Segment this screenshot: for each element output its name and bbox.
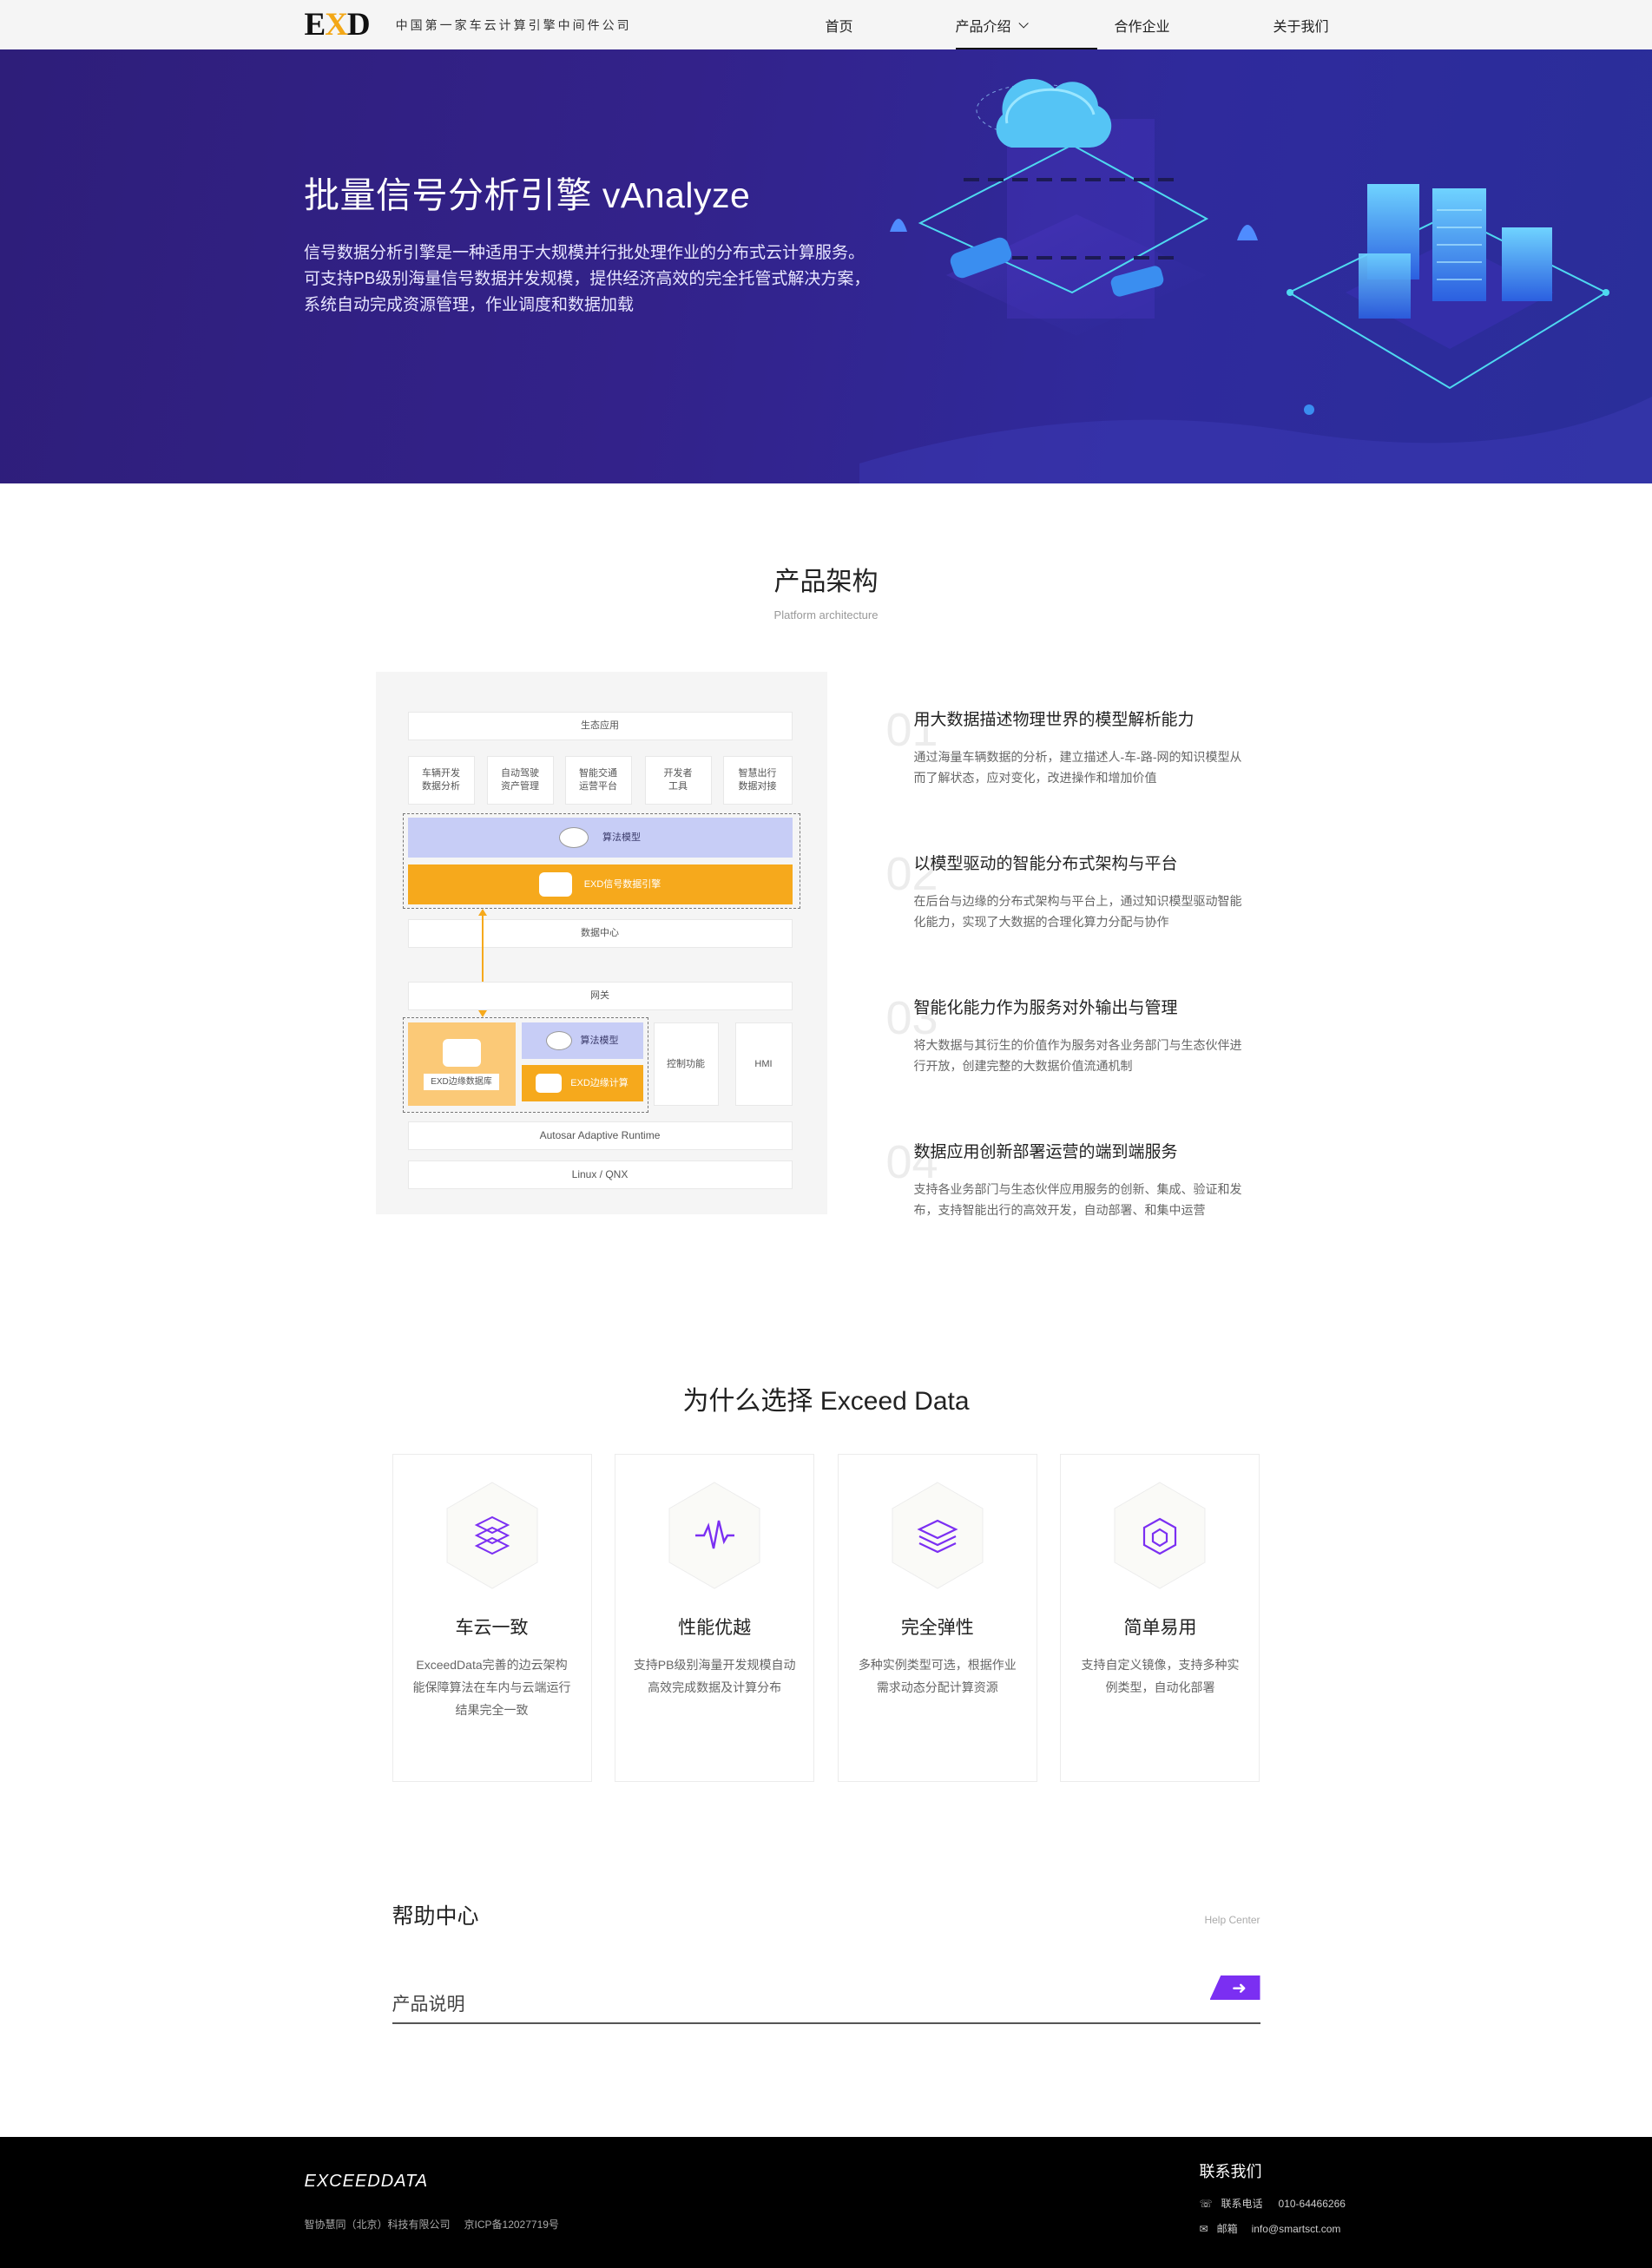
- feature-item: 03 智能化能力作为服务对外输出与管理 将大数据与其衍生的价值作为服务对各业务部…: [886, 995, 1253, 1127]
- architecture-heading: 产品架构 Platform architecture: [0, 560, 1652, 621]
- top-header: EXD 中国第一家车云计算引擎中间件公司 首页 产品介绍 合作企业 关于我们: [0, 0, 1652, 49]
- cube-icon: [538, 872, 572, 897]
- card-title: 完全弹性: [900, 1618, 974, 1638]
- contact-email: ✉ 邮箱 info@smartsct.com: [1199, 2222, 1341, 2236]
- diagram-algo-model: 算法模型: [407, 818, 793, 858]
- feature-title: 以模型驱动的智能分布式架构与平台: [913, 855, 1178, 873]
- feature-title: 智能化能力作为服务对外输出与管理: [913, 999, 1178, 1017]
- phone-icon: ☏: [1199, 2197, 1213, 2210]
- database-icon: [545, 1031, 572, 1050]
- feature-list: 01 用大数据描述物理世界的模型解析能力 通过海量车辆数据的分析，建立描述人-车…: [827, 672, 1253, 1271]
- why-section: 为什么选择 Exceed Data 车云一致 ExceedData完善的边云架构…: [0, 1271, 1652, 1782]
- nav-about[interactable]: 关于我们: [1274, 0, 1329, 49]
- hero-text: 批量信号分析引擎 vAnalyze 信号数据分析引擎是一种适用于大规模并行批处理…: [304, 166, 877, 319]
- chevron-down-icon: [1017, 17, 1029, 29]
- nav-partners[interactable]: 合作企业: [1115, 0, 1274, 49]
- hero-description: 信号数据分析引擎是一种适用于大规模并行批处理作业的分布式云计算服务。可支持PB级…: [304, 244, 871, 314]
- diagram-app: 智慧出行数据对接: [722, 756, 793, 805]
- help-title: 帮助中心: [392, 1904, 479, 1929]
- feature-desc: 将大数据与其衍生的价值作为服务对各业务部门与生态伙伴进行开放，创建完整的大数据价…: [913, 1038, 1242, 1073]
- mail-icon: ✉: [1199, 2222, 1208, 2235]
- advantage-cards: 车云一致 ExceedData完善的边云架构能保障算法在车内与云端运行结果完全一…: [392, 1454, 1260, 1782]
- pulse-icon: [668, 1482, 760, 1589]
- advantage-card: 性能优越 支持PB级别海量开发规模自动高效完成数据及计算分布: [615, 1454, 815, 1782]
- cube-icon: [1114, 1482, 1206, 1589]
- diagram-gateway: 网关: [407, 982, 793, 1010]
- diagram-data-center: 数据中心: [407, 919, 793, 948]
- feature-item: 04 数据应用创新部署运营的端到端服务 支持各业务部门与生态伙伴应用服务的创新、…: [886, 1139, 1253, 1271]
- feature-item: 02 以模型驱动的智能分布式架构与平台 在后台与边缘的分布式架构与平台上，通过知…: [886, 851, 1253, 983]
- footer: EXCEEDDATA 智协慧同（北京）科技有限公司 京ICP备12027719号 …: [0, 2137, 1652, 2268]
- advantage-card: 车云一致 ExceedData完善的边云架构能保障算法在车内与云端运行结果完全一…: [392, 1454, 592, 1782]
- diagram-eco-app: 生态应用: [407, 712, 793, 740]
- feature-desc: 支持各业务部门与生态伙伴应用服务的创新、集成、验证和发布，支持智能出行的高效开发…: [913, 1182, 1242, 1217]
- nav-home[interactable]: 首页: [826, 0, 956, 49]
- contact-title: 联系我们: [1199, 2163, 1262, 2180]
- feature-desc: 通过海量车辆数据的分析，建立描述人-车-路-网的知识模型从而了解状态，应对变化，…: [913, 750, 1242, 785]
- diagram-control: 控制功能: [653, 1022, 719, 1106]
- diagram-app: 开发者工具: [644, 756, 712, 805]
- feature-title: 数据应用创新部署运营的端到端服务: [913, 1143, 1178, 1161]
- main-nav: 首页 产品介绍 合作企业 关于我们: [826, 0, 1329, 49]
- card-title: 简单易用: [1123, 1618, 1197, 1638]
- contact-phone: ☏ 联系电话 010-64466266: [1199, 2197, 1346, 2211]
- arrow-right-icon[interactable]: ➜: [1209, 1975, 1260, 2000]
- help-center: 帮助中心 Help Center 产品说明 ➜: [392, 1899, 1260, 2024]
- advantage-card: 简单易用 支持自定义镜像，支持多种实例类型，自动化部署: [1060, 1454, 1260, 1782]
- architecture-title: 产品架构: [773, 568, 879, 596]
- diagram-app: 自动驾驶资产管理: [486, 756, 554, 805]
- diagram-edge-algo: 算法模型: [521, 1022, 643, 1059]
- diagram-engine: EXD信号数据引擎: [407, 864, 793, 904]
- architecture-subtitle: Platform architecture: [773, 608, 879, 621]
- cube-icon: [536, 1074, 563, 1093]
- feature-desc: 在后台与边缘的分布式架构与平台上，通过知识模型驱动智能化能力，实现了大数据的合理…: [913, 894, 1242, 929]
- diagram-edge-db: EXD边缘数据库: [407, 1022, 516, 1106]
- hero-banner: 批量信号分析引擎 vAnalyze 信号数据分析引擎是一种适用于大规模并行批处理…: [0, 49, 1652, 483]
- architecture-diagram: 生态应用 车辆开发数据分析 自动驾驶资产管理 智能交通运营平台 开发者工具 智慧…: [375, 672, 827, 1214]
- footer-icp[interactable]: 京ICP备12027719号: [464, 2219, 559, 2231]
- logo-mark: EXD: [304, 7, 371, 43]
- footer-company: 智协慧同（北京）科技有限公司 京ICP备12027719号: [304, 2219, 559, 2231]
- boxes-icon: [446, 1482, 537, 1589]
- card-desc: ExceedData完善的边云架构能保障算法在车内与云端运行结果完全一致: [412, 1658, 571, 1717]
- diagram-app: 智能交通运营平台: [564, 756, 632, 805]
- card-desc: 支持自定义镜像，支持多种实例类型，自动化部署: [1081, 1658, 1240, 1694]
- email-link[interactable]: info@smartsct.com: [1252, 2223, 1341, 2235]
- database-icon: [559, 827, 589, 848]
- advantage-card: 完全弹性 多种实例类型可选，根据作业需求动态分配计算资源: [837, 1454, 1037, 1782]
- cloud-computing-illustration: [859, 78, 1652, 483]
- logo-tagline: 中国第一家车云计算引擎中间件公司: [395, 18, 632, 33]
- footer-contact: 联系我们 ☏ 联系电话 010-64466266 ✉ 邮箱 info@smart…: [1200, 2160, 1356, 2236]
- card-desc: 多种实例类型可选，根据作业需求动态分配计算资源: [858, 1658, 1017, 1694]
- logo[interactable]: EXD 中国第一家车云计算引擎中间件公司: [305, 6, 632, 43]
- architecture-section: 产品架构 Platform architecture 生态应用 车辆开发数据分析…: [0, 483, 1652, 1271]
- card-desc: 支持PB级别海量开发规模自动高效完成数据及计算分布: [633, 1658, 796, 1694]
- footer-logo: EXCEEDDATA: [304, 2172, 429, 2191]
- layers-icon: [892, 1482, 984, 1589]
- diagram-runtime: Autosar Adaptive Runtime: [407, 1121, 793, 1150]
- hero-title: 批量信号分析引擎 vAnalyze: [304, 175, 751, 215]
- feature-title: 用大数据描述物理世界的模型解析能力: [913, 711, 1195, 729]
- cube-icon: [442, 1038, 481, 1067]
- help-item-product-docs[interactable]: 产品说明 ➜: [392, 1975, 1260, 2024]
- card-title: 车云一致: [455, 1618, 529, 1638]
- diagram-app: 车辆开发数据分析: [407, 756, 475, 805]
- feature-item: 01 用大数据描述物理世界的模型解析能力 通过海量车辆数据的分析，建立描述人-车…: [886, 707, 1253, 838]
- why-title: 为什么选择 Exceed Data: [682, 1387, 970, 1416]
- card-title: 性能优越: [678, 1618, 752, 1638]
- diagram-hmi: HMI: [734, 1022, 793, 1106]
- diagram-os: Linux / QNX: [407, 1160, 793, 1189]
- diagram-edge-compute: EXD边缘计算: [521, 1065, 643, 1101]
- help-subtitle: Help Center: [1204, 1914, 1260, 1926]
- nav-products[interactable]: 产品介绍: [955, 0, 1115, 49]
- help-item-label: 产品说明: [392, 1995, 465, 2015]
